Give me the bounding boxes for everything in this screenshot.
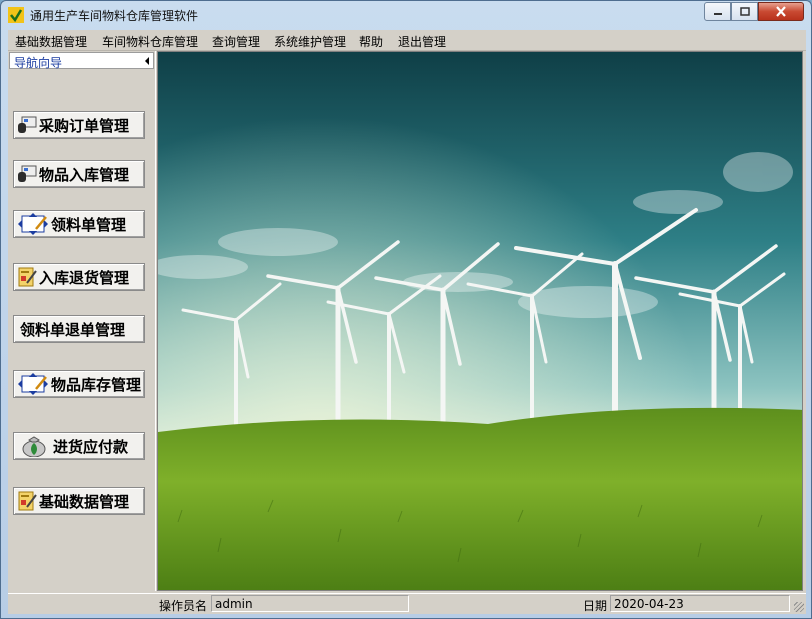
operator-label: 操作员名 <box>159 599 208 613</box>
nav-button-label: 进货应付款 <box>53 437 129 456</box>
nav-button-base-data[interactable]: 基础数据管理 <box>13 487 145 515</box>
menu-query[interactable]: 查询管理 <box>212 33 260 50</box>
inventory-icon <box>18 373 48 395</box>
nav-header-label: 导航向导 <box>14 56 63 70</box>
status-bar: 操作员名 admin 日期 2020-04-23 <box>8 593 806 614</box>
menu-system-maintenance[interactable]: 系统维护管理 <box>274 33 346 50</box>
date-field: 2020-04-23 <box>610 595 790 612</box>
nav-button-label: 领料单管理 <box>51 215 127 234</box>
resize-grip-icon[interactable] <box>794 602 804 612</box>
nav-button-label: 物品入库管理 <box>39 165 130 184</box>
nav-button-stock-return[interactable]: 入库退货管理 <box>13 263 145 291</box>
menu-exit[interactable]: 退出管理 <box>398 33 446 50</box>
nav-header: 导航向导 <box>9 52 154 70</box>
nav-button-inventory[interactable]: 物品库存管理 <box>13 370 145 398</box>
requisition-icon <box>18 213 48 235</box>
menu-base-data[interactable]: 基础数据管理 <box>15 33 87 50</box>
app-logo-icon <box>8 7 24 23</box>
nav-button-requisition-cancel[interactable]: 领料单退单管理 <box>13 315 145 343</box>
app-window: 通用生产车间物料仓库管理软件 基础数据管理 车间物料仓库管理 查询管理 系统维护… <box>0 0 812 619</box>
wind-farm-picture <box>158 52 802 590</box>
close-button[interactable] <box>758 2 804 21</box>
operator-field: admin <box>211 595 409 612</box>
minimize-button[interactable] <box>704 2 731 21</box>
nav-button-label: 基础数据管理 <box>39 492 130 511</box>
title-bar[interactable]: 通用生产车间物料仓库管理软件 <box>1 1 811 29</box>
window-title: 通用生产车间物料仓库管理软件 <box>30 9 199 23</box>
maximize-icon <box>739 7 750 16</box>
close-icon <box>776 6 786 17</box>
money-bag-icon <box>22 436 46 457</box>
nav-button-purchase-order[interactable]: 采购订单管理 <box>13 111 145 139</box>
stock-in-icon <box>18 165 37 182</box>
maximize-button[interactable] <box>731 2 758 21</box>
nav-button-label: 入库退货管理 <box>39 268 130 287</box>
base-data-icon <box>18 491 37 511</box>
order-icon <box>18 116 37 133</box>
menu-help[interactable]: 帮助 <box>359 33 383 50</box>
menu-bar: 基础数据管理 车间物料仓库管理 查询管理 系统维护管理 帮助 退出管理 <box>8 30 806 51</box>
nav-button-label: 采购订单管理 <box>39 116 130 135</box>
return-icon <box>18 267 37 287</box>
nav-button-stock-in[interactable]: 物品入库管理 <box>13 160 145 188</box>
date-label: 日期 <box>583 599 608 613</box>
nav-button-payables[interactable]: 进货应付款 <box>13 432 145 460</box>
nav-panel: 导航向导 采购订单管理 物品入库管理 领料单管理 入库退货管理 领料单退单管理 … <box>8 51 156 591</box>
nav-button-requisition[interactable]: 领料单管理 <box>13 210 145 238</box>
nav-button-label: 物品库存管理 <box>51 375 142 394</box>
collapse-arrow-icon[interactable] <box>145 57 149 65</box>
minimize-icon <box>713 12 722 15</box>
background-image <box>157 51 803 591</box>
menu-workshop-warehouse[interactable]: 车间物料仓库管理 <box>102 33 198 50</box>
nav-button-label: 领料单退单管理 <box>20 320 126 339</box>
client-area: 基础数据管理 车间物料仓库管理 查询管理 系统维护管理 帮助 退出管理 导航向导… <box>8 30 806 614</box>
